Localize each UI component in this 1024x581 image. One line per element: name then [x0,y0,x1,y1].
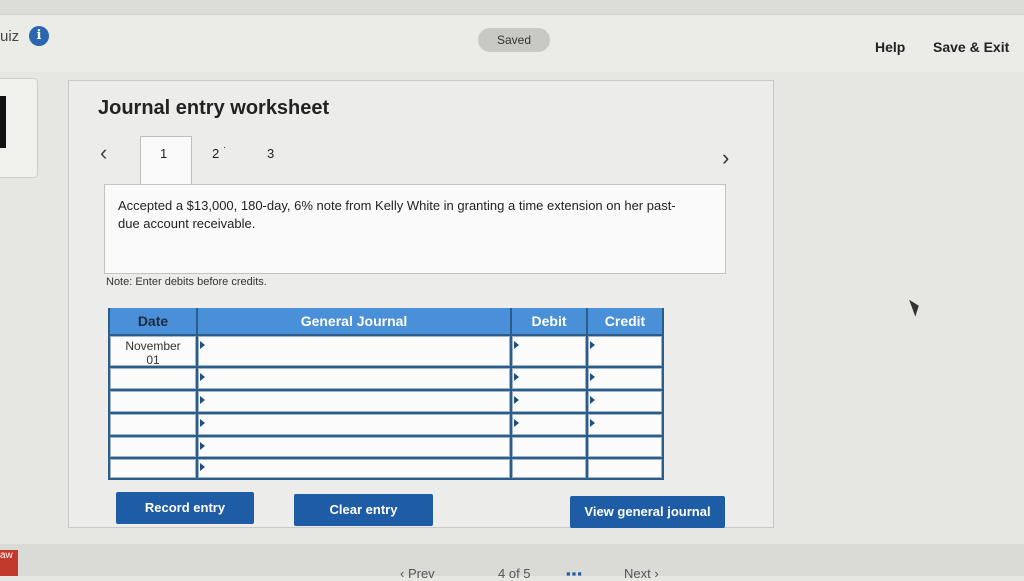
debit-cell-marker-icon [514,341,519,349]
transaction-description: Accepted a $13,000, 180-day, 6% note fro… [118,198,676,231]
credit-input[interactable] [588,391,662,412]
prev-button[interactable]: ‹ Prev [400,566,435,581]
credit-cell-marker-icon [590,373,595,381]
debit-input[interactable] [512,368,586,389]
account-input[interactable] [198,336,510,366]
account-input[interactable] [198,391,510,412]
debit-cell-marker-icon [514,419,519,427]
top-strip [0,0,1024,15]
prev-label: Prev [407,566,435,581]
view-general-journal-button[interactable]: View general journal [570,496,725,528]
credit-cell-marker-icon [590,419,595,427]
left-side-marker [0,96,6,148]
credit-input[interactable] [588,437,662,457]
aw-badge: aw [0,550,18,576]
account-dropdown-icon[interactable] [200,442,205,450]
debit-input[interactable] [512,437,586,457]
account-dropdown-icon[interactable] [200,419,205,427]
debit-cell-marker-icon [514,396,519,404]
tab-1-label[interactable]: 1 [160,146,167,161]
chevron-left-icon[interactable]: ‹ [100,140,107,166]
credit-cell-marker-icon [590,396,595,404]
credit-column-header: Credit [588,308,662,334]
debit-input[interactable] [512,391,586,412]
credit-cell-marker-icon [590,341,595,349]
debit-column-header: Debit [512,308,586,334]
debit-input[interactable] [512,459,586,478]
mouse-cursor-icon [909,297,922,317]
journal-table: Date General Journal Debit Credit Novemb… [108,308,664,480]
save-exit-link[interactable]: Save & Exit [933,39,1009,55]
tab-3-label[interactable]: 3 [267,146,274,161]
debit-input[interactable] [512,414,586,435]
date-day: 01 [146,353,160,367]
account-dropdown-icon[interactable] [200,396,205,404]
next-button[interactable]: Next › [624,566,659,581]
debit-input[interactable] [512,336,586,366]
date-column-header: Date [110,308,196,334]
tab-2-label[interactable]: 2 [212,146,219,161]
tab-2-marker: · [223,142,227,153]
date-cell[interactable] [110,414,196,435]
account-input[interactable] [198,437,510,457]
date-cell[interactable] [110,437,196,457]
date-cell[interactable] [110,391,196,412]
credit-input[interactable] [588,459,662,478]
date-cell[interactable] [110,368,196,389]
account-input[interactable] [198,459,510,478]
page-indicator: 4 of 5 [498,566,531,581]
debit-cell-marker-icon [514,373,519,381]
date-month: November [125,339,181,353]
date-cell[interactable] [110,459,196,478]
account-input[interactable] [198,414,510,435]
quiz-label: uiz [0,28,20,45]
saved-status-badge: Saved [478,28,550,52]
account-dropdown-icon[interactable] [200,373,205,381]
page-title: Journal entry worksheet [98,97,330,119]
record-entry-button[interactable]: Record entry [116,492,254,524]
grid-icon[interactable]: ▪▪▪ [566,566,583,581]
account-dropdown-icon[interactable] [200,341,205,349]
chevron-right-icon[interactable]: › [722,145,729,171]
account-dropdown-icon[interactable] [200,463,205,471]
debit-credit-note: Note: Enter debits before credits. [106,276,267,288]
help-link[interactable]: Help [875,39,905,55]
account-input[interactable] [198,368,510,389]
credit-input[interactable] [588,368,662,389]
info-icon[interactable]: i [29,26,49,46]
credit-input[interactable] [588,336,662,366]
clear-entry-button[interactable]: Clear entry [294,494,433,526]
general-journal-column-header: General Journal [198,308,510,334]
credit-input[interactable] [588,414,662,435]
next-label: Next [624,566,651,581]
